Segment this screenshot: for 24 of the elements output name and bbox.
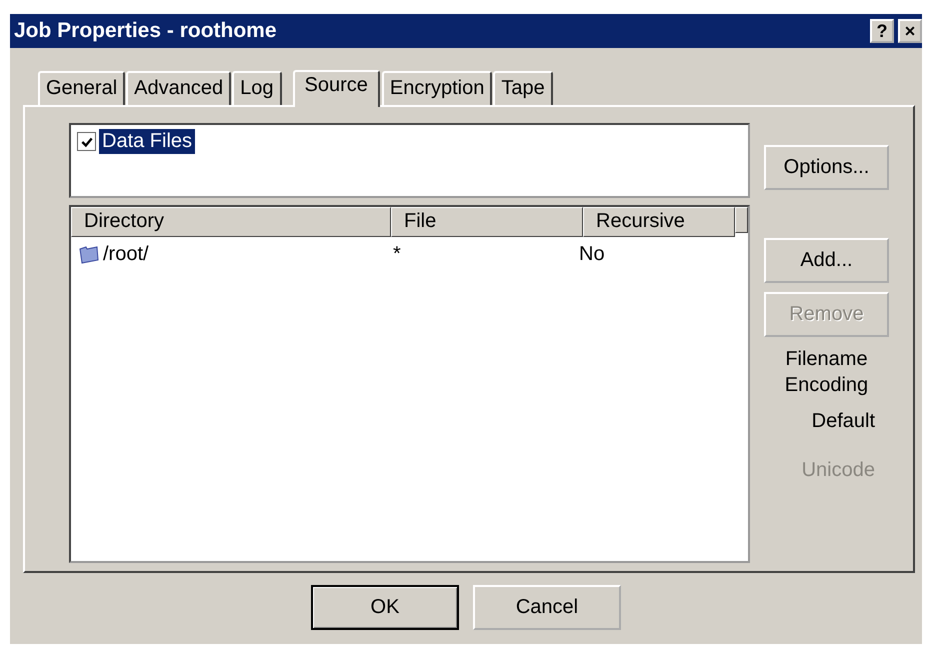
table-cell-text: No	[578, 243, 606, 266]
tab[interactable]: Source	[292, 70, 380, 107]
table-cell: /root/	[103, 243, 149, 266]
checkbox[interactable]	[77, 132, 96, 151]
column-header[interactable]: File	[391, 207, 583, 237]
list-item[interactable]: Data Files	[99, 129, 196, 154]
tab[interactable]: Log	[232, 71, 282, 105]
column-header[interactable]: Recursive	[583, 207, 735, 237]
window-title: Job Properties - roothome	[14, 19, 277, 43]
table-cell-text: *	[392, 243, 402, 266]
folder-icon	[79, 246, 99, 264]
tab[interactable]: Encryption	[382, 71, 492, 105]
encoding-label: Filename Encoding	[784, 347, 870, 398]
help-button[interactable]: ?	[870, 19, 894, 43]
tab[interactable]: General	[38, 71, 126, 105]
dialog-button[interactable]: OK	[311, 585, 459, 630]
side-button[interactable]: Options...	[764, 145, 889, 190]
tab[interactable]: Advanced	[126, 71, 232, 105]
tab[interactable]: Tape	[493, 71, 553, 105]
column-header[interactable]: Directory	[71, 207, 391, 237]
close-button[interactable]: ×	[898, 19, 922, 43]
encoding-option[interactable]: Default	[764, 410, 889, 433]
dialog-button[interactable]: Cancel	[473, 585, 621, 630]
side-button[interactable]: Add...	[764, 238, 889, 283]
